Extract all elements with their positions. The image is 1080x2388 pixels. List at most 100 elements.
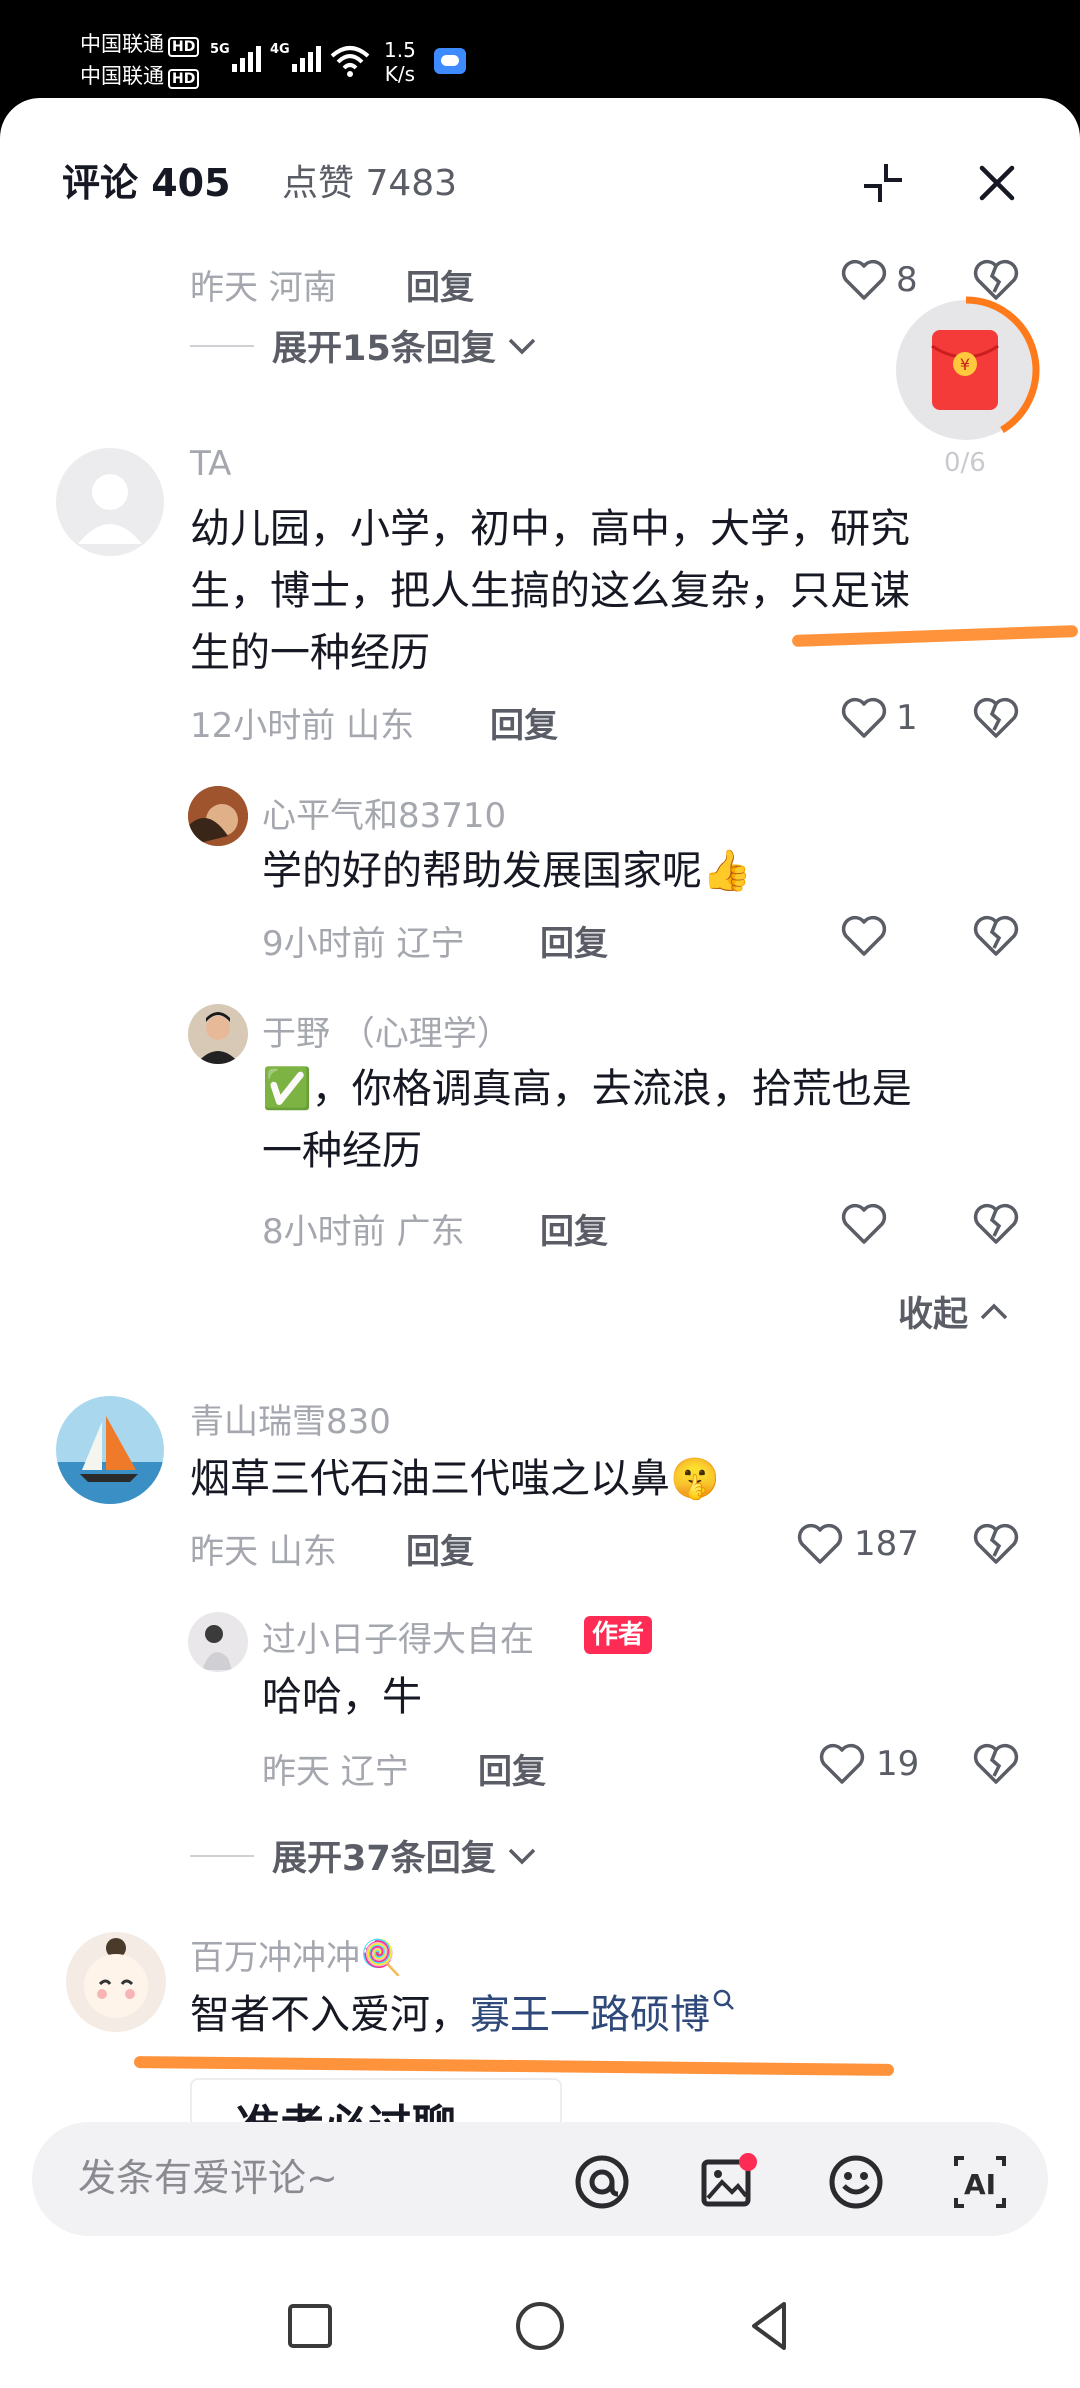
avatar[interactable] [188,1004,248,1064]
reply-button[interactable]: 回复 [406,1524,474,1573]
like-count: 187 [854,1524,919,1564]
commenter-name[interactable]: TA [190,444,231,484]
emoji-icon[interactable] [826,2152,886,2212]
like-count: 19 [876,1744,920,1784]
comment-input[interactable] [78,2156,558,2200]
carrier-name: 中国联通 [80,32,164,56]
heart-icon[interactable] [840,258,888,302]
broken-heart-icon[interactable] [972,696,1020,740]
broken-heart-icon[interactable] [972,1742,1020,1786]
wifi-icon [330,46,370,77]
highlight-underline [133,2056,895,2076]
close-icon[interactable] [974,160,1020,206]
comment-text-line: 生，博士，把人生搞的这么复杂，只足谋 [190,568,910,614]
avatar-image-icon [56,1396,164,1504]
collapse-label: 收起 [898,1295,969,1335]
reply-time-location: 昨天 辽宁 [262,1752,409,1792]
network-gen-label: 5G [210,42,230,57]
expand-replies-button[interactable]: 展开37条回复 [190,1830,538,1881]
replier-name[interactable]: 于野 （心理学） [262,1006,511,1055]
net-speed: 1.5 K/s [384,38,416,86]
broken-heart-icon[interactable] [972,914,1020,958]
default-avatar-icon [78,474,142,544]
like-count: 1 [896,698,918,738]
chevron-down-icon [508,338,535,354]
reply-text-line: ✅，你格调真高，去流浪，拾荒也是 [262,1066,912,1112]
redpacket-progress: 0/6 [944,448,986,478]
replier-name[interactable]: 心平气和83710 [262,788,506,837]
collapse-replies-button[interactable]: 收起 [898,1286,1010,1337]
heart-icon[interactable] [840,696,888,740]
reply-button[interactable]: 回复 [540,1204,608,1253]
expand-replies-label: 展开37条回复 [272,1839,496,1879]
divider [190,1854,254,1857]
network-gen-label: 4G [270,42,290,57]
comment-sheet: 评论 405 点赞 7483 昨天 河南 回复 8 展开15条回复 ¥ 0/6 [0,98,1080,2388]
comment-text: 烟草三代石油三代嗤之以鼻🤫 [190,1456,720,1502]
reply-button[interactable]: 回复 [478,1744,546,1793]
image-icon[interactable] [698,2152,758,2212]
comment-text-plain: 智者不入爱河， [190,1992,470,2038]
at-icon[interactable] [572,2152,632,2212]
comment-composer: AI [32,2122,1048,2236]
avatar[interactable] [56,448,164,556]
avatar-image-icon [84,1938,148,2018]
redpacket-icon[interactable]: ¥ [892,296,1040,444]
heart-icon[interactable] [840,914,888,958]
cloud-icon [434,48,466,74]
avatar[interactable] [188,786,248,846]
status-bar: 中国联通 HD 中国联通 HD 5G 4G 1.5 K/s [0,0,1080,100]
net-speed-unit: K/s [384,62,416,86]
replier-name[interactable]: 过小日子得大自在 [262,1612,534,1661]
back-icon[interactable] [740,2296,800,2356]
avatar[interactable] [188,1612,248,1672]
search-icon[interactable] [712,1988,738,2014]
carrier-line-1: 中国联通 HD [80,32,200,57]
comment-time-location: 昨天 河南 [190,268,337,308]
avatar-image-icon [196,1012,240,1064]
highlight-underline [791,625,1079,647]
likes-count-tab[interactable]: 点赞 7483 [282,154,457,206]
reply-button[interactable]: 回复 [490,698,558,747]
broken-heart-icon[interactable] [972,1522,1020,1566]
avatar[interactable] [56,1396,164,1504]
search-link-text[interactable]: 寡王一路硕博 [470,1992,710,2038]
avatar-image-icon [188,786,248,846]
recents-icon[interactable] [280,2296,340,2356]
hd-badge: HD [168,69,200,89]
commenter-name[interactable]: 青山瑞雪830 [190,1394,391,1443]
like-count: 8 [896,260,918,300]
svg-text:AI: AI [964,2168,996,2201]
avatar-image-icon [202,1625,232,1670]
reply-button[interactable]: 回复 [540,916,608,965]
reply-text: 学的好的帮助发展国家呢👍 [262,848,752,894]
divider [190,344,254,347]
comment-text: 智者不入爱河，寡王一路硕博 [190,1984,738,2046]
heart-icon[interactable] [796,1522,844,1566]
avatar[interactable] [66,1932,166,2032]
expand-replies-label: 展开15条回复 [272,329,496,369]
comment-time-location: 昨天 山东 [190,1532,337,1572]
reply-time-location: 8小时前 广东 [262,1212,465,1252]
reply-text-line: 一种经历 [262,1128,422,1174]
chevron-down-icon [508,1848,535,1864]
chevron-up-icon [980,1303,1008,1319]
commenter-name[interactable]: 百万冲冲冲🍭 [190,1930,402,1979]
heart-icon[interactable] [840,1202,888,1246]
carrier-name: 中国联通 [80,64,164,88]
net-speed-value: 1.5 [384,38,416,62]
broken-heart-icon[interactable] [972,1202,1020,1246]
reply-button[interactable]: 回复 [406,260,474,309]
home-icon[interactable] [510,2296,570,2356]
system-nav-bar [0,2270,1080,2388]
comment-text-line: 生的一种经历 [190,630,430,676]
author-badge: 作者 [584,1616,653,1654]
reply-text: 哈哈，牛 [262,1674,422,1720]
carrier-line-2: 中国联通 HD [80,64,200,89]
comment-time-location: 12小时前 山东 [190,706,415,746]
ai-icon[interactable]: AI [950,2152,1010,2212]
heart-icon[interactable] [818,1742,866,1786]
comment-text-line: 幼儿园，小学，初中，高中，大学，研究 [190,506,910,552]
expand-replies-button[interactable]: 展开15条回复 [190,320,538,371]
shrink-icon[interactable] [860,160,906,206]
